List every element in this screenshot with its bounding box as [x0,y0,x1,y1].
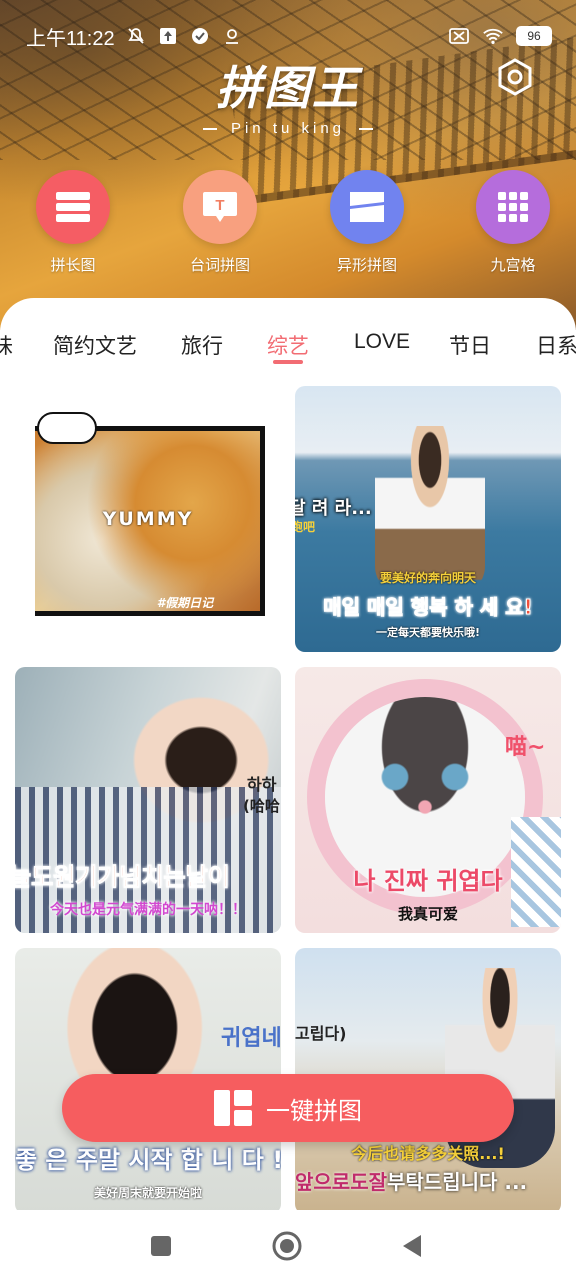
circle-home-icon [272,1231,302,1261]
tool-nine-grid[interactable]: 九宫格 [458,170,568,275]
svg-text:T: T [215,197,224,214]
stack-rows-icon [56,192,90,222]
card5-caption-side: 귀엽네 [221,1026,281,1051]
text-bubble-icon: T [203,192,237,222]
home-button[interactable] [271,1230,303,1262]
logo-dash-left [202,127,217,130]
tab-japanese[interactable]: 日系 [536,330,576,360]
tab-holiday[interactable]: 节日 [449,330,491,360]
tool-long-image-label: 拼长图 [50,256,96,274]
card2-caption-main: 매일 매일 행복 하 세 요! [323,595,534,620]
template-card-energetic[interactable]: 하하 (哈哈 늘도원기가넘치는날이 今天也是元气满满的一天呐！！ [15,667,281,933]
slanted-split-icon [350,192,384,222]
sim-off-icon [448,25,470,47]
square-recents-icon [151,1236,171,1256]
card5-caption-sub: 美好周末就要开始啦 [93,1186,202,1200]
card2-caption-top: 달 려 라... [295,498,372,519]
card6-caption-main: 앞으로도잘부탁드립니다 ... [295,1166,527,1195]
card3-caption-side: 하하 [247,775,277,794]
logo-dash-right [359,127,374,130]
card3-caption-main: 늘도원기가넘치는날이 [15,863,230,892]
tool-buttons: 拼长图 T 台词拼图 异形拼图 九宫格 [0,170,576,280]
active-tab-indicator [273,360,303,364]
mute-icon [125,25,147,47]
card3-caption-side-small: (哈哈 [243,797,280,815]
tool-shaped-collage[interactable]: 异形拼图 [312,170,422,275]
logo-subtitle: Pin tu king [230,120,346,137]
tab-love[interactable]: LOVE [354,330,410,354]
card6-caption-main-red: 앞으로도잘 [295,1170,387,1194]
card3-caption-sub: 今天也是元气满满的一天呐！！ [50,902,246,918]
triangle-back-icon [403,1235,421,1257]
cloud-doodle [37,412,97,444]
hexagon-gear-icon [498,58,532,96]
collage-layout-icon [214,1090,252,1126]
one-tap-collage-label: 一键拼图 [266,1096,362,1125]
settings-button[interactable] [496,58,534,96]
back-button[interactable] [396,1230,428,1262]
location-icon [221,25,243,47]
one-tap-collage-button[interactable]: 一键拼图 [62,1074,514,1142]
status-bar: 上午11:22 96 [0,0,576,72]
card2-caption-top-small: 跑吧 [295,520,316,534]
card6-caption-main-white: 부탁드립니다 ... [387,1170,528,1194]
tool-shaped-collage-label: 异形拼图 [336,256,397,274]
card4-caption-corner: 喵~ [505,735,546,760]
card1-caption-main: YUMMY [102,508,194,530]
status-time: 上午11:22 [26,27,115,50]
tab-partial-left[interactable]: 味 [0,330,13,360]
system-nav-bar [0,1210,576,1280]
tool-shaped-collage-circle [330,170,404,244]
template-card-yummy[interactable]: YUMMY #假期日记 [15,386,281,652]
check-circle-icon [189,25,211,47]
category-tabs: 味 简约文艺 旅行 综艺 LOVE 节日 日系 [0,320,576,370]
card2-caption-small: 要美好的奔向明天 [379,571,476,585]
grid-nine-icon [498,192,528,222]
tab-travel[interactable]: 旅行 [181,330,223,360]
card5-caption-main: 좋 은 주말 시작 합 니 다 ! [15,1146,281,1174]
tool-long-image-circle [36,170,110,244]
card4-caption-sub: 我真可爱 [397,905,458,923]
tool-nine-grid-label: 九宫格 [490,256,536,274]
wifi-icon [482,25,504,47]
tool-long-image[interactable]: 拼长图 [18,170,128,275]
card6-caption-mid: 今后也请多多关照...! [351,1144,505,1163]
tab-variety[interactable]: 综艺 [267,330,309,360]
battery-icon: 96 [516,26,552,46]
card2-caption-bottom: 一定每天都要快乐哦! [375,626,481,639]
template-card-cute-cat[interactable]: 喵~ 나 진짜 귀엽다 我真可爱 [295,667,561,933]
card4-caption-main: 나 진짜 귀엽다 [353,867,503,895]
tool-caption-collage[interactable]: T 台词拼图 [165,170,275,275]
tab-minimal-art[interactable]: 简约文艺 [53,330,137,360]
upload-icon [157,25,179,47]
logo-subtitle-row: Pin tu king [0,120,576,137]
tool-nine-grid-circle [476,170,550,244]
tool-caption-collage-circle: T [183,170,257,244]
recents-button[interactable] [145,1230,177,1262]
template-card-run[interactable]: 달 려 라... 跑吧 要美好的奔向明天 매일 매일 행복 하 세 요! 一定每… [295,386,561,652]
card1-caption-tag: #假期日记 [156,596,214,610]
card6-caption-top: 고립다) [295,1024,347,1043]
tool-caption-collage-label: 台词拼图 [189,256,250,274]
